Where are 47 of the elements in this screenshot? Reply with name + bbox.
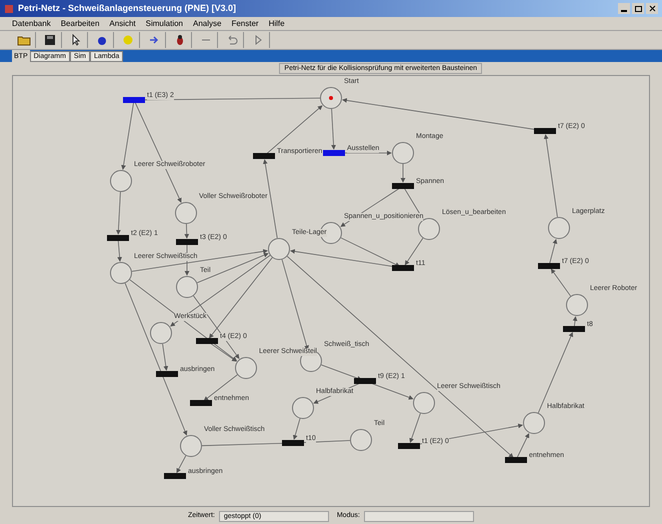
- place-circle[interactable]: [175, 202, 197, 224]
- maximize-button[interactable]: [632, 3, 644, 14]
- drop-icon: [96, 34, 108, 46]
- menu-item[interactable]: Ansicht: [109, 18, 136, 30]
- place-circle[interactable]: [150, 322, 172, 344]
- place-circle[interactable]: [548, 217, 570, 239]
- place-circle[interactable]: [523, 412, 545, 434]
- place-circle[interactable]: [180, 435, 202, 457]
- place-circle[interactable]: [235, 357, 257, 379]
- menu-item[interactable]: Datenbank: [12, 18, 51, 30]
- place-circle[interactable]: [392, 142, 414, 164]
- undo-icon: [226, 34, 238, 46]
- place-circle[interactable]: [413, 392, 435, 414]
- place-circle[interactable]: [292, 397, 314, 419]
- menu-item[interactable]: Simulation: [146, 18, 183, 30]
- circle-icon: [122, 34, 134, 46]
- maximize-icon: [634, 6, 642, 12]
- arc-arrow: [550, 268, 571, 296]
- cursor-icon: [70, 34, 82, 46]
- place-circle[interactable]: [110, 262, 132, 284]
- place-circle[interactable]: [176, 276, 198, 298]
- place-circle[interactable]: [566, 294, 588, 316]
- place-circle[interactable]: [350, 429, 372, 451]
- place-circle[interactable]: [110, 170, 132, 192]
- place-circle[interactable]: [418, 218, 440, 240]
- arc-arrow: [184, 224, 190, 239]
- arc-arrow: [549, 238, 558, 264]
- folder-icon: [16, 34, 30, 46]
- arc-arrow: [176, 455, 186, 474]
- menu-item[interactable]: Hilfe: [268, 18, 285, 30]
- place-circle[interactable]: [320, 87, 342, 109]
- window-title: Petri-Netz - Schweißanlagensteuerung (PNE) [V3.0]: [18, 2, 236, 15]
- place-circle[interactable]: [268, 238, 290, 260]
- close-button[interactable]: [646, 3, 658, 14]
- arc-arrow: [572, 316, 578, 326]
- arc-arrow: [116, 192, 121, 235]
- arrow-icon: [148, 34, 160, 46]
- menu-item[interactable]: Fenster: [231, 18, 259, 30]
- minimize-button[interactable]: [618, 3, 630, 14]
- close-icon: [648, 5, 656, 12]
- app-icon: [4, 4, 14, 14]
- arc-arrow: [266, 105, 323, 154]
- arc-arrow: [400, 164, 406, 183]
- arc-arrow: [117, 240, 122, 262]
- minimize-icon: [621, 10, 627, 12]
- menu-item[interactable]: Bearbeiten: [60, 18, 100, 30]
- menu-item[interactable]: Analyse: [193, 18, 222, 30]
